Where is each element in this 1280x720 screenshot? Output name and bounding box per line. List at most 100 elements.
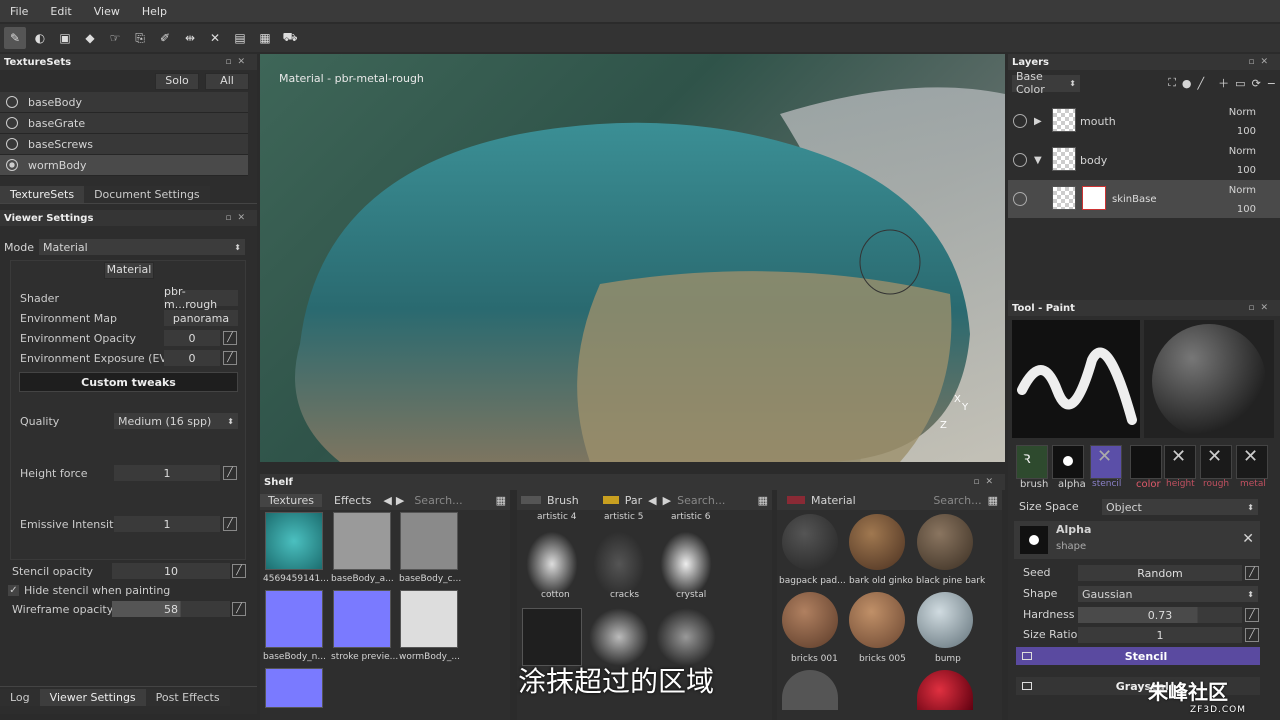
envmap-value[interactable]: panorama	[164, 310, 238, 326]
texture-thumbnail[interactable]	[333, 590, 391, 648]
folder-icon[interactable]: ▶	[1034, 116, 1042, 127]
arrow-right-icon[interactable]: ▶	[663, 494, 671, 507]
layer-name[interactable]: mouth	[1080, 115, 1116, 128]
layer-opacity[interactable]: 100	[1237, 204, 1256, 215]
slot-height-icon[interactable]: ✕	[1164, 445, 1196, 479]
brush-search-input[interactable]: Search...	[677, 494, 725, 507]
add-folder-icon[interactable]: ▭	[1235, 77, 1245, 90]
tab-brush[interactable]: Brush	[547, 494, 579, 507]
tab-post-effects[interactable]: Post Effects	[145, 689, 230, 706]
eraser-icon[interactable]: ◐	[29, 27, 51, 49]
tab-texturesets[interactable]: TextureSets	[0, 186, 85, 203]
stencil-section-bar[interactable]: Stencil	[1016, 647, 1260, 665]
symmetry-icon[interactable]: ⇹	[179, 27, 201, 49]
slot-color-icon[interactable]	[1130, 445, 1162, 479]
material-section-button[interactable]: Material	[104, 262, 154, 279]
panel-controls-icon[interactable]: ▫✕	[1248, 303, 1274, 313]
layer-opacity[interactable]: 100	[1237, 165, 1256, 176]
channel-select[interactable]: Base Color ⬍	[1012, 70, 1080, 96]
edit-pen-icon[interactable]: ╱	[1245, 608, 1259, 622]
seed-button[interactable]: Random	[1078, 565, 1242, 581]
menu-view[interactable]: View	[94, 5, 120, 18]
custom-tweaks-button[interactable]: Custom tweaks	[19, 372, 238, 392]
brush-thumbnail[interactable]	[656, 608, 716, 666]
texture-thumbnail[interactable]	[265, 512, 323, 570]
collapse-icon[interactable]	[1022, 652, 1032, 660]
grid-view-icon[interactable]: ▦	[758, 494, 768, 507]
3d-viewport[interactable]: Material - pbr-metal-rough X Y Z	[260, 54, 1005, 462]
shader-value[interactable]: pbr-m...rough	[164, 285, 238, 311]
texture-thumbnail[interactable]	[400, 590, 458, 648]
camera-icon[interactable]: ⛟	[279, 27, 301, 49]
edit-pen-icon[interactable]: ╱	[232, 602, 246, 616]
visibility-eye-icon[interactable]	[1013, 153, 1027, 167]
panel-controls-icon[interactable]: ▫✕	[973, 477, 999, 487]
menu-help[interactable]: Help	[142, 5, 167, 18]
grid-view-icon[interactable]: ▦	[988, 494, 998, 507]
collapse-icon[interactable]	[1022, 682, 1032, 690]
tab-effects[interactable]: Effects	[326, 494, 379, 507]
slot-stencil-icon[interactable]: ✕	[1090, 445, 1122, 479]
add-layer-icon[interactable]: ＋	[1218, 75, 1229, 91]
layer-row[interactable]: ▶ mouth Norm 100	[1008, 102, 1280, 140]
envop-field[interactable]: 0	[164, 330, 220, 346]
edit-pen-icon[interactable]: ╱	[223, 466, 237, 480]
edit-pen-icon[interactable]: ╱	[1245, 566, 1259, 580]
emissive-slider[interactable]: 1	[114, 516, 220, 532]
panel-controls-icon[interactable]: ▫✕	[225, 213, 251, 223]
envexp-field[interactable]: 0	[164, 350, 220, 366]
hardness-slider[interactable]: 0.73	[1078, 607, 1242, 623]
material-sphere[interactable]	[782, 592, 838, 648]
layer-name[interactable]: body	[1080, 154, 1107, 167]
stencil-slider[interactable]: 10	[112, 563, 230, 579]
tab-viewer-settings[interactable]: Viewer Settings	[39, 689, 146, 706]
view-2d-icon[interactable]: ▤	[229, 27, 251, 49]
slot-rough-icon[interactable]: ✕	[1200, 445, 1232, 479]
material-sphere[interactable]	[782, 670, 838, 710]
panel-controls-icon[interactable]: ▫✕	[1248, 57, 1274, 67]
material-sphere[interactable]	[782, 514, 838, 570]
slot-metal-icon[interactable]: ✕	[1236, 445, 1268, 479]
radio-selected-icon[interactable]	[6, 159, 18, 171]
add-fill-layer-icon[interactable]: ⟳	[1252, 77, 1261, 90]
edit-pen-icon[interactable]: ╱	[232, 564, 246, 578]
size-space-select[interactable]: Object ⬍	[1102, 499, 1258, 515]
solo-button[interactable]: Solo	[155, 72, 199, 90]
brush-thumbnail[interactable]	[589, 608, 649, 666]
panel-controls-icon[interactable]: ▫✕	[225, 57, 251, 67]
layer-name[interactable]: skinBase	[1112, 194, 1156, 205]
close-icon[interactable]: ✕	[1242, 531, 1254, 547]
textureset-item[interactable]: baseBody	[0, 92, 248, 113]
wireframe-slider[interactable]: 58	[112, 601, 230, 617]
tab-log[interactable]: Log	[0, 689, 40, 706]
tab-document-settings[interactable]: Document Settings	[84, 186, 210, 203]
slot-alpha-icon[interactable]	[1052, 445, 1084, 479]
textureset-item[interactable]: baseGrate	[0, 113, 248, 134]
alpha-shape-icon[interactable]	[1020, 526, 1048, 554]
layer-mask-thumbnail[interactable]	[1082, 186, 1106, 210]
polygon-fill-icon[interactable]: ◆	[79, 27, 101, 49]
radio-icon[interactable]	[6, 96, 18, 108]
visibility-eye-icon[interactable]	[1013, 114, 1027, 128]
texture-thumbnail[interactable]	[400, 512, 458, 570]
edit-pen-icon[interactable]: ╱	[223, 517, 237, 531]
size-ratio-slider[interactable]: 1	[1078, 627, 1242, 643]
blend-mode[interactable]: Norm	[1229, 146, 1256, 157]
textureset-item[interactable]: baseScrews	[0, 134, 248, 155]
slot-brush-icon[interactable]: ꝛ	[1016, 445, 1048, 479]
tab-material[interactable]: Material	[811, 494, 856, 507]
all-button[interactable]: All	[205, 72, 249, 90]
delete-layer-icon[interactable]: −	[1267, 77, 1276, 90]
material-sphere[interactable]	[849, 514, 905, 570]
brush-add-icon[interactable]: ╱	[1198, 77, 1205, 90]
folder-open-icon[interactable]: ▼	[1034, 155, 1042, 166]
radio-icon[interactable]	[6, 117, 18, 129]
grid-view-icon[interactable]: ▦	[496, 494, 506, 507]
view-3d-icon[interactable]: ▦	[254, 27, 276, 49]
layer-row[interactable]: ▼ body Norm 100	[1008, 141, 1280, 179]
clone-icon[interactable]: ⎘	[129, 27, 151, 49]
material-search-input[interactable]: Search...	[933, 494, 981, 507]
material-sphere[interactable]	[849, 592, 905, 648]
arrow-left-icon[interactable]: ◀	[648, 494, 656, 507]
radio-icon[interactable]	[6, 138, 18, 150]
